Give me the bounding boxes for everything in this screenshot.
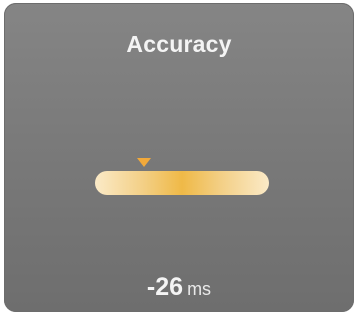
timing-offset-value: -26 <box>146 273 184 301</box>
timing-offset-unit: ms <box>187 279 212 299</box>
timing-offset-readout: -26 ms <box>4 275 354 300</box>
panel-title: Accuracy <box>126 31 232 57</box>
accuracy-meter-bar <box>95 171 269 195</box>
accuracy-panel: Accuracy -26 ms <box>4 3 354 312</box>
triangle-down-icon <box>136 158 151 167</box>
